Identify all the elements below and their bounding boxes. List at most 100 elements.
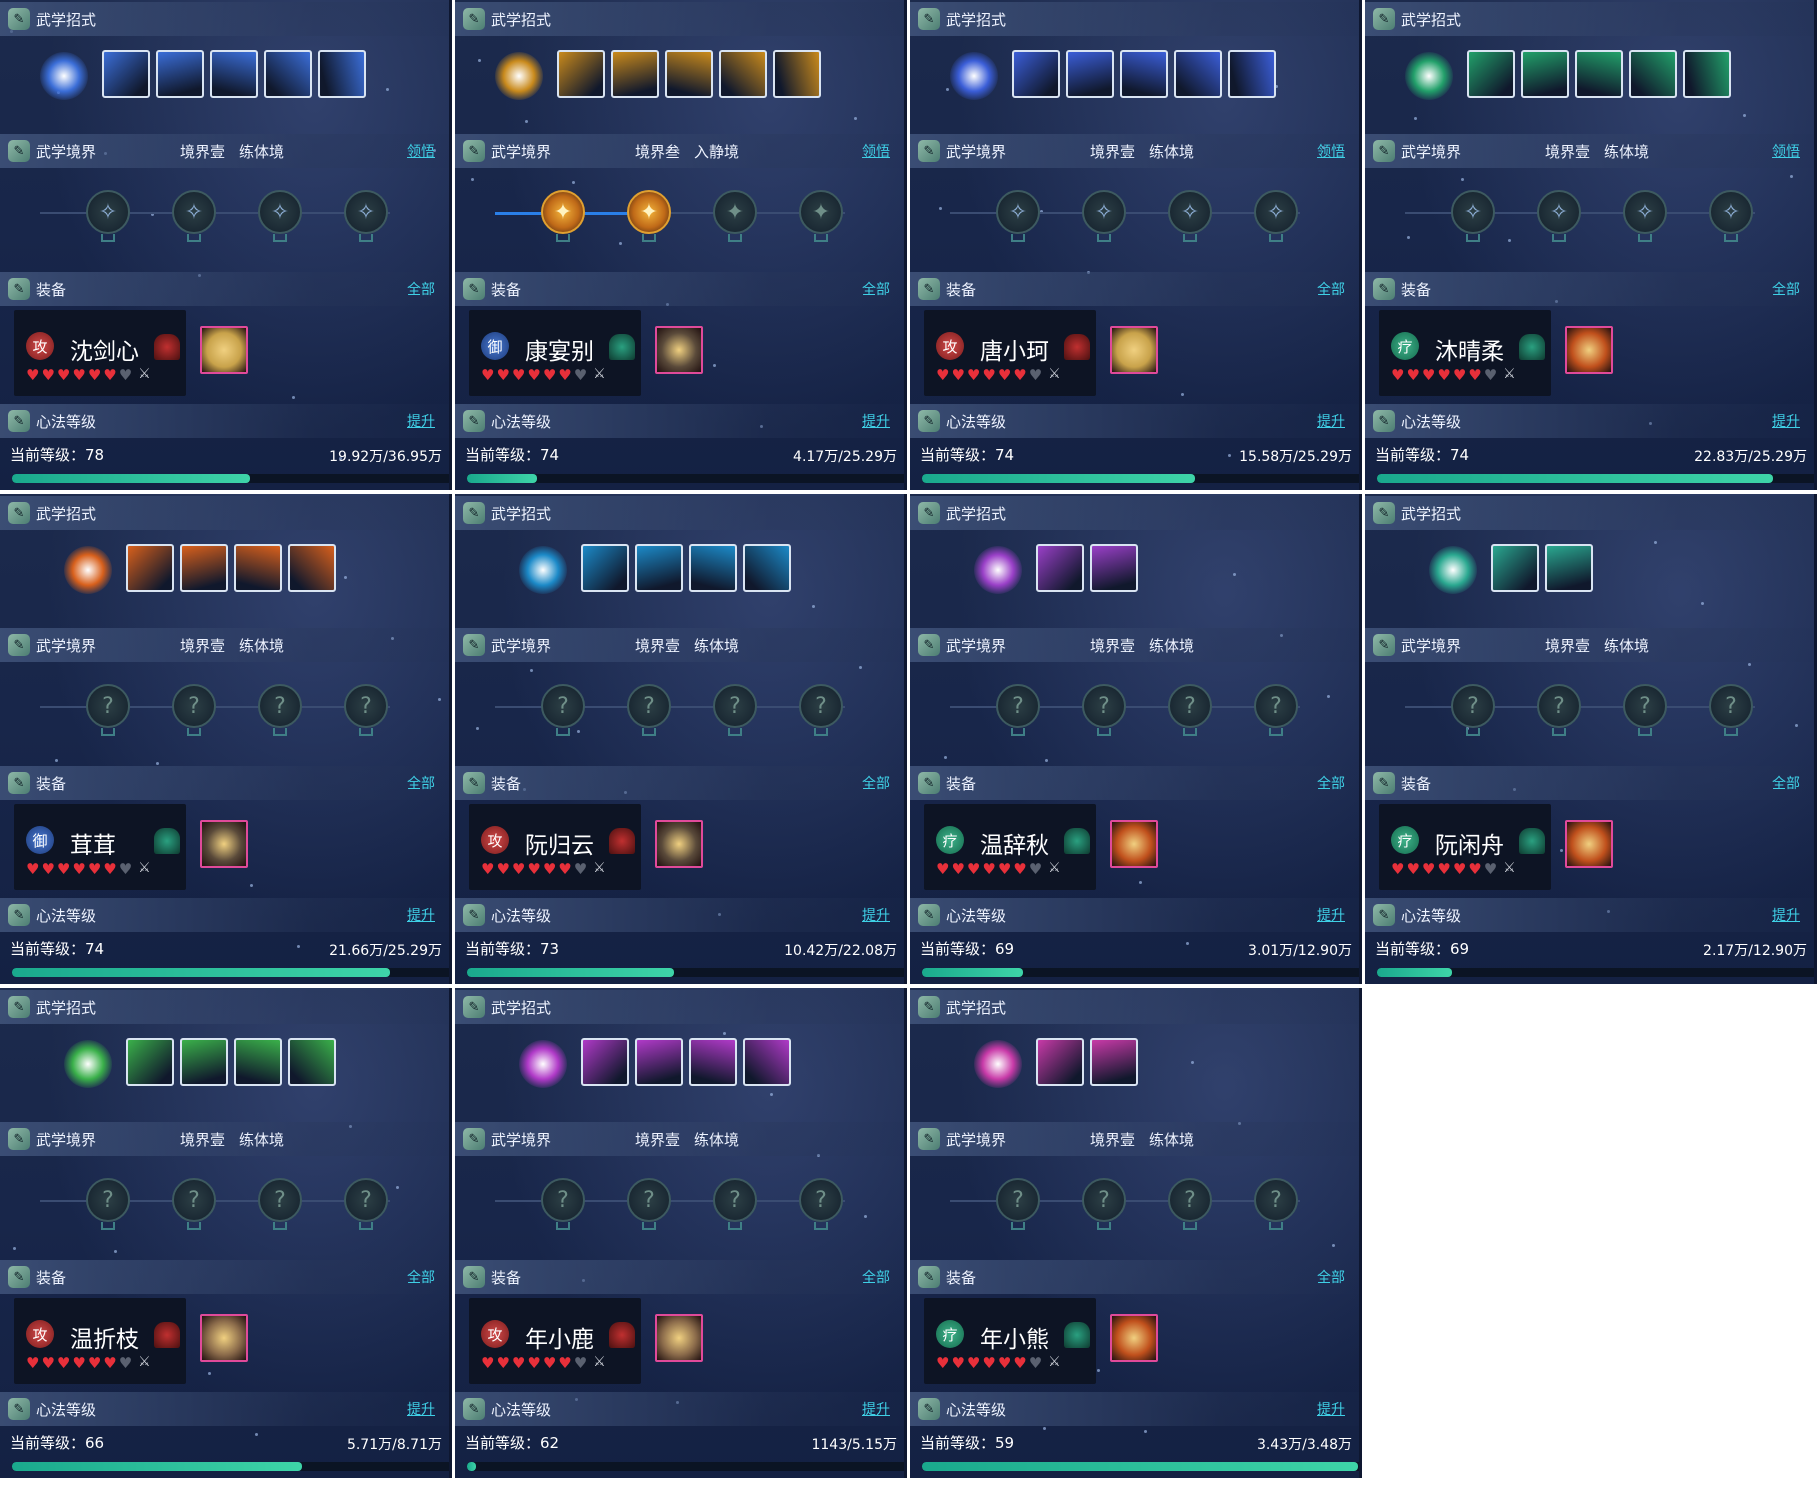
- skill-icon[interactable]: [126, 1038, 174, 1086]
- equip-all-link[interactable]: 全部: [1772, 279, 1800, 299]
- realm-node[interactable]: ✧: [1168, 190, 1212, 234]
- equip-all-link[interactable]: 全部: [862, 1267, 890, 1287]
- equip-all-link[interactable]: 全部: [407, 1267, 435, 1287]
- skill-icon[interactable]: [1629, 50, 1677, 98]
- skill-icon[interactable]: [1545, 544, 1593, 592]
- skill-icon[interactable]: [1467, 50, 1515, 98]
- skill-icon[interactable]: [288, 544, 336, 592]
- realm-node[interactable]: ?: [1254, 1178, 1298, 1222]
- realm-node[interactable]: ?: [86, 684, 130, 728]
- skill-icon[interactable]: [288, 1038, 336, 1086]
- skill-icon[interactable]: [581, 1038, 629, 1086]
- realm-node[interactable]: ✧: [1623, 190, 1667, 234]
- mind-upgrade-link[interactable]: 提升: [1317, 1399, 1345, 1419]
- realm-node[interactable]: ?: [172, 1178, 216, 1222]
- mind-upgrade-link[interactable]: 提升: [862, 411, 890, 431]
- equip-all-link[interactable]: 全部: [1317, 773, 1345, 793]
- realm-node[interactable]: ?: [344, 684, 388, 728]
- skill-icon[interactable]: [1174, 50, 1222, 98]
- realm-node[interactable]: ?: [258, 684, 302, 728]
- realm-node[interactable]: ?: [1168, 1178, 1212, 1222]
- gear-slot[interactable]: [655, 1314, 703, 1362]
- character-portrait[interactable]: 攻年小鹿 ♥ ♥ ♥ ♥ ♥ ♥ ♥ ⚔: [469, 1298, 641, 1384]
- mind-upgrade-link[interactable]: 提升: [1772, 905, 1800, 925]
- skill-icon[interactable]: [1090, 1038, 1138, 1086]
- mind-upgrade-link[interactable]: 提升: [1317, 905, 1345, 925]
- skill-icon[interactable]: [180, 544, 228, 592]
- realm-node[interactable]: ✧: [258, 190, 302, 234]
- skill-icon[interactable]: [719, 50, 767, 98]
- character-portrait[interactable]: 攻唐小珂 ♥ ♥ ♥ ♥ ♥ ♥ ♥ ⚔: [924, 310, 1096, 396]
- realm-node[interactable]: ✧: [86, 190, 130, 234]
- gear-slot[interactable]: [1110, 1314, 1158, 1362]
- skill-icon[interactable]: [635, 1038, 683, 1086]
- realm-node[interactable]: ?: [799, 1178, 843, 1222]
- skill-main-icon[interactable]: [974, 1040, 1022, 1088]
- skill-icon[interactable]: [1066, 50, 1114, 98]
- skill-icon[interactable]: [318, 50, 366, 98]
- realm-node[interactable]: ?: [541, 1178, 585, 1222]
- gear-slot[interactable]: [1565, 326, 1613, 374]
- skill-icon[interactable]: [1228, 50, 1276, 98]
- realm-node[interactable]: ?: [627, 684, 671, 728]
- skill-icon[interactable]: [1491, 544, 1539, 592]
- realm-node[interactable]: ✦: [627, 190, 671, 234]
- realm-comprehend-link[interactable]: 领悟: [1772, 141, 1800, 161]
- realm-node[interactable]: ✧: [1709, 190, 1753, 234]
- gear-slot[interactable]: [200, 1314, 248, 1362]
- realm-comprehend-link[interactable]: 领悟: [862, 141, 890, 161]
- character-portrait[interactable]: 疗阮闲舟 ♥ ♥ ♥ ♥ ♥ ♥ ♥ ⚔: [1379, 804, 1551, 890]
- equip-all-link[interactable]: 全部: [407, 279, 435, 299]
- character-portrait[interactable]: 御康宴别 ♥ ♥ ♥ ♥ ♥ ♥ ♥ ⚔: [469, 310, 641, 396]
- equip-all-link[interactable]: 全部: [862, 773, 890, 793]
- skill-icon[interactable]: [689, 544, 737, 592]
- equip-all-link[interactable]: 全部: [1317, 1267, 1345, 1287]
- mind-upgrade-link[interactable]: 提升: [407, 411, 435, 431]
- realm-node[interactable]: ✦: [713, 190, 757, 234]
- realm-node[interactable]: ?: [86, 1178, 130, 1222]
- realm-comprehend-link[interactable]: 领悟: [1317, 141, 1345, 161]
- realm-node[interactable]: ✧: [1082, 190, 1126, 234]
- skill-icon[interactable]: [156, 50, 204, 98]
- realm-node[interactable]: ✧: [344, 190, 388, 234]
- character-portrait[interactable]: 疗年小熊 ♥ ♥ ♥ ♥ ♥ ♥ ♥ ⚔: [924, 1298, 1096, 1384]
- mind-upgrade-link[interactable]: 提升: [1317, 411, 1345, 431]
- skill-icon[interactable]: [773, 50, 821, 98]
- realm-node[interactable]: ?: [1168, 684, 1212, 728]
- skill-main-icon[interactable]: [64, 546, 112, 594]
- realm-node[interactable]: ✧: [996, 190, 1040, 234]
- gear-slot[interactable]: [655, 820, 703, 868]
- mind-upgrade-link[interactable]: 提升: [862, 905, 890, 925]
- skill-icon[interactable]: [743, 1038, 791, 1086]
- gear-slot[interactable]: [200, 820, 248, 868]
- realm-node[interactable]: ?: [1451, 684, 1495, 728]
- skill-main-icon[interactable]: [519, 1040, 567, 1088]
- skill-icon[interactable]: [1575, 50, 1623, 98]
- realm-node[interactable]: ✧: [172, 190, 216, 234]
- mind-upgrade-link[interactable]: 提升: [862, 1399, 890, 1419]
- character-portrait[interactable]: 攻阮归云 ♥ ♥ ♥ ♥ ♥ ♥ ♥ ⚔: [469, 804, 641, 890]
- skill-main-icon[interactable]: [1429, 546, 1477, 594]
- realm-node[interactable]: ?: [258, 1178, 302, 1222]
- character-portrait[interactable]: 攻温折枝 ♥ ♥ ♥ ♥ ♥ ♥ ♥ ⚔: [14, 1298, 186, 1384]
- realm-node[interactable]: ?: [713, 1178, 757, 1222]
- skill-icon[interactable]: [743, 544, 791, 592]
- realm-node[interactable]: ✦: [541, 190, 585, 234]
- skill-icon[interactable]: [1090, 544, 1138, 592]
- realm-node[interactable]: ✧: [1537, 190, 1581, 234]
- skill-icon[interactable]: [264, 50, 312, 98]
- character-portrait[interactable]: 御茸茸 ♥ ♥ ♥ ♥ ♥ ♥ ♥ ⚔: [14, 804, 186, 890]
- realm-node[interactable]: ?: [1623, 684, 1667, 728]
- skill-main-icon[interactable]: [974, 546, 1022, 594]
- realm-node[interactable]: ?: [996, 1178, 1040, 1222]
- gear-slot[interactable]: [1565, 820, 1613, 868]
- realm-node[interactable]: ?: [713, 684, 757, 728]
- skill-icon[interactable]: [1120, 50, 1168, 98]
- gear-slot[interactable]: [1110, 820, 1158, 868]
- skill-main-icon[interactable]: [495, 52, 543, 100]
- skill-icon[interactable]: [234, 544, 282, 592]
- equip-all-link[interactable]: 全部: [1772, 773, 1800, 793]
- realm-node[interactable]: ?: [799, 684, 843, 728]
- skill-icon[interactable]: [635, 544, 683, 592]
- skill-icon[interactable]: [234, 1038, 282, 1086]
